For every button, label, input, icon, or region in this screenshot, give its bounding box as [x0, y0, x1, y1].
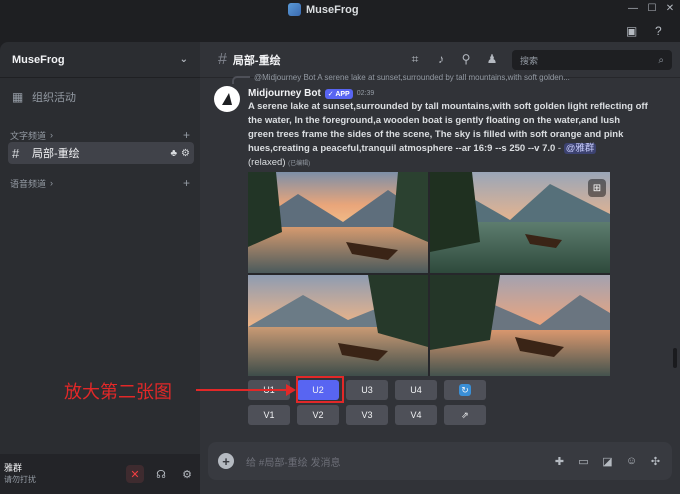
app-logo-icon [288, 3, 301, 16]
message-composer[interactable]: + 给 #局部-重绘 发消息 ✚ ▭ ◪ ☺ ✣ [208, 442, 672, 480]
search-input[interactable]: 搜索 ⌕ [512, 50, 672, 70]
refresh-icon: ↻ [459, 384, 471, 396]
reroll-button[interactable]: ↻ [444, 380, 486, 400]
mic-muted-icon[interactable]: ✕ [126, 465, 144, 483]
reply-text: @Midjourney Bot A serene lake at sunset,… [254, 72, 570, 82]
scrollbar[interactable] [673, 348, 677, 368]
hash-icon: # [218, 50, 227, 68]
category-text-channels[interactable]: 文字频道 › + [10, 128, 190, 142]
composer-placeholder: 给 #局部-重绘 发消息 [246, 457, 341, 469]
reply-connector [232, 76, 250, 84]
grid-image-3[interactable] [248, 275, 428, 376]
inbox-icon[interactable]: ▣ [626, 24, 637, 38]
apps-icon[interactable]: ✣ [649, 455, 662, 468]
gear-icon[interactable]: ⚙ [181, 148, 190, 159]
grid-image-2[interactable] [430, 172, 610, 273]
invite-icon[interactable]: ♣ [170, 148, 177, 159]
search-icon: ⌕ [658, 54, 664, 66]
threads-icon[interactable]: ⌗ [408, 52, 422, 67]
sticker-icon[interactable]: ◪ [601, 455, 614, 468]
variation-1-button[interactable]: V1 [248, 405, 290, 425]
variation-2-button[interactable]: V2 [297, 405, 339, 425]
chevron-down-icon: ⌄ [179, 54, 188, 65]
channel-title: 局部-重绘 [232, 54, 281, 67]
events-label: 组织活动 [32, 92, 76, 104]
message-header: Midjourney Bot ✓ APP 02:39 [248, 88, 374, 99]
annotation-label: 放大第二张图 [64, 382, 172, 403]
gif-icon[interactable]: ▭ [577, 455, 590, 468]
add-attachment-icon[interactable]: + [218, 453, 234, 469]
members-icon[interactable]: ♟ [485, 52, 499, 66]
variation-4-button[interactable]: V4 [395, 405, 437, 425]
user-name[interactable]: 雅群 [4, 463, 36, 474]
minimize-button[interactable]: — [626, 3, 640, 14]
image-grid[interactable] [248, 172, 610, 376]
channel-sidebar: MuseFrog ⌄ ▦ 组织活动 文字频道 › + # 局部-重绘 ♣ ⚙ 语… [0, 42, 200, 494]
external-link-icon: ⇗ [461, 409, 469, 420]
annotation-highlight-box [296, 376, 344, 403]
add-channel-icon[interactable]: + [183, 128, 190, 142]
category-label: 文字频道 [10, 130, 47, 141]
maximize-button[interactable]: ☐ [645, 3, 659, 14]
app-title-text: MuseFrog [306, 3, 359, 16]
server-name: MuseFrog [12, 53, 65, 66]
edited-label: (已编辑) [288, 161, 311, 167]
reply-preview[interactable]: @Midjourney Bot A serene lake at sunset,… [232, 70, 652, 84]
annotation-arrowhead [286, 384, 296, 396]
sailboat-icon [222, 93, 232, 105]
close-button[interactable]: ✕ [663, 3, 677, 14]
grid-image-4[interactable] [430, 275, 610, 376]
category-label: 语音频道 [10, 178, 47, 189]
category-voice-channels[interactable]: 语音频道 › + [10, 176, 190, 190]
sidebar-item-events[interactable]: ▦ 组织活动 [8, 86, 194, 108]
headphones-icon[interactable]: ☊ [152, 465, 170, 483]
chevron-right-icon: › [50, 130, 54, 140]
sidebar-item-channel-inpaint[interactable]: # 局部-重绘 ♣ ⚙ [8, 142, 194, 164]
chevron-right-icon: › [50, 178, 54, 188]
upscale-3-button[interactable]: U3 [346, 380, 388, 400]
expand-icon[interactable]: ⊞ [588, 179, 606, 197]
message-content: A serene lake at sunset,surrounded by ta… [248, 100, 648, 171]
channel-label: 局部-重绘 [32, 148, 80, 160]
settings-gear-icon[interactable]: ⚙ [178, 465, 196, 483]
variation-3-button[interactable]: V3 [346, 405, 388, 425]
app-badge: ✓ APP [324, 88, 353, 99]
separator-dash: - [557, 143, 562, 154]
gift-icon[interactable]: ✚ [553, 455, 566, 468]
server-header[interactable]: MuseFrog ⌄ [0, 42, 200, 78]
annotation-arrow [196, 389, 286, 391]
avatar[interactable] [214, 86, 240, 112]
bell-icon[interactable]: ♪ [434, 52, 448, 66]
emoji-icon[interactable]: ☺ [625, 455, 638, 468]
mode-label: (relaxed) [248, 157, 286, 168]
hash-icon: # [12, 145, 20, 161]
window-title: MuseFrog [288, 3, 359, 16]
pin-icon[interactable]: ⚲ [459, 52, 473, 66]
chat-area: # 局部-重绘 ⌗ ♪ ⚲ ♟ 搜索 ⌕ @Midjourney Bot A s… [200, 42, 680, 494]
search-placeholder: 搜索 [520, 55, 539, 66]
grid-image-1[interactable] [248, 172, 428, 273]
title-bar: MuseFrog — ☐ ✕ [0, 0, 680, 20]
help-icon[interactable]: ? [655, 24, 662, 38]
user-panel: 雅群 请勿打扰 ✕ ☊ ⚙ [0, 454, 200, 494]
timestamp: 02:39 [356, 90, 375, 97]
user-status: 请勿打扰 [4, 475, 36, 484]
calendar-icon: ▦ [12, 90, 24, 104]
user-mention[interactable]: @雅群 [563, 143, 597, 154]
add-channel-icon[interactable]: + [183, 176, 190, 190]
upscale-4-button[interactable]: U4 [395, 380, 437, 400]
author-name[interactable]: Midjourney Bot [248, 88, 321, 99]
open-link-button[interactable]: ⇗ [444, 405, 486, 425]
discord-window: MuseFrog — ☐ ✕ ▣ ? MuseFrog ⌄ ▦ 组织活动 文字频… [0, 0, 680, 494]
